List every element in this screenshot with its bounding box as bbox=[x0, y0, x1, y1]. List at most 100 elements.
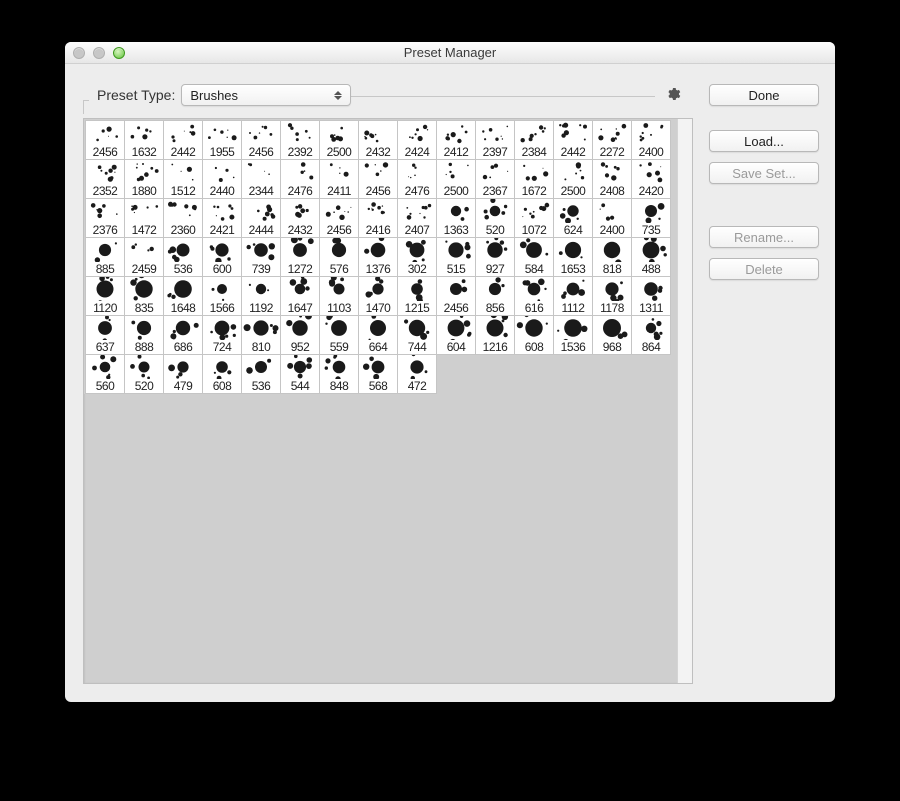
brush-preset[interactable]: 1470 bbox=[358, 276, 398, 316]
load-button[interactable]: Load... bbox=[709, 130, 819, 152]
brush-preset[interactable]: 2456 bbox=[358, 159, 398, 199]
brush-preset[interactable]: 2407 bbox=[397, 198, 437, 238]
brush-preset[interactable]: 2412 bbox=[436, 120, 476, 160]
brush-preset[interactable]: 616 bbox=[514, 276, 554, 316]
brush-preset[interactable]: 536 bbox=[241, 354, 281, 394]
brush-preset[interactable]: 2344 bbox=[241, 159, 281, 199]
brush-preset[interactable]: 848 bbox=[319, 354, 359, 394]
brush-preset[interactable]: 608 bbox=[514, 315, 554, 355]
brush-preset[interactable]: 1112 bbox=[553, 276, 593, 316]
brush-preset[interactable]: 2360 bbox=[163, 198, 203, 238]
brush-preset[interactable]: 2392 bbox=[280, 120, 320, 160]
brush-preset[interactable]: 2408 bbox=[592, 159, 632, 199]
brush-preset[interactable]: 1647 bbox=[280, 276, 320, 316]
brush-preset[interactable]: 2400 bbox=[592, 198, 632, 238]
brush-preset[interactable]: 927 bbox=[475, 237, 515, 277]
brush-preset[interactable]: 2442 bbox=[553, 120, 593, 160]
brush-preset[interactable]: 568 bbox=[358, 354, 398, 394]
brush-preset[interactable]: 2416 bbox=[358, 198, 398, 238]
brush-preset[interactable]: 2400 bbox=[631, 120, 671, 160]
brush-preset[interactable]: 536 bbox=[163, 237, 203, 277]
rename-button[interactable]: Rename... bbox=[709, 226, 819, 248]
brush-preset[interactable]: 952 bbox=[280, 315, 320, 355]
brush-preset[interactable]: 744 bbox=[397, 315, 437, 355]
brush-preset[interactable]: 624 bbox=[553, 198, 593, 238]
brush-preset[interactable]: 1536 bbox=[553, 315, 593, 355]
brush-preset[interactable]: 2459 bbox=[124, 237, 164, 277]
brush-preset[interactable]: 2500 bbox=[553, 159, 593, 199]
brush-preset[interactable]: 1272 bbox=[280, 237, 320, 277]
brush-preset[interactable]: 2352 bbox=[85, 159, 125, 199]
brush-preset[interactable]: 608 bbox=[202, 354, 242, 394]
brush-preset[interactable]: 637 bbox=[85, 315, 125, 355]
brush-preset[interactable]: 1311 bbox=[631, 276, 671, 316]
brush-preset[interactable]: 2421 bbox=[202, 198, 242, 238]
brush-preset[interactable]: 2432 bbox=[280, 198, 320, 238]
brush-preset[interactable]: 584 bbox=[514, 237, 554, 277]
brush-preset[interactable]: 2420 bbox=[631, 159, 671, 199]
brush-preset[interactable]: 686 bbox=[163, 315, 203, 355]
brush-preset[interactable]: 1103 bbox=[319, 276, 359, 316]
brush-preset[interactable]: 604 bbox=[436, 315, 476, 355]
preset-type-select[interactable]: Brushes bbox=[181, 84, 351, 106]
brush-preset[interactable]: 302 bbox=[397, 237, 437, 277]
brush-preset[interactable]: 1566 bbox=[202, 276, 242, 316]
save-set-button[interactable]: Save Set... bbox=[709, 162, 819, 184]
brush-preset[interactable]: 810 bbox=[241, 315, 281, 355]
brush-preset[interactable]: 2456 bbox=[85, 120, 125, 160]
brush-preset[interactable]: 1216 bbox=[475, 315, 515, 355]
brush-preset[interactable]: 2444 bbox=[241, 198, 281, 238]
brush-preset[interactable]: 2272 bbox=[592, 120, 632, 160]
brush-preset[interactable]: 888 bbox=[124, 315, 164, 355]
scrollbar[interactable] bbox=[677, 119, 692, 683]
brush-preset[interactable]: 724 bbox=[202, 315, 242, 355]
brush-preset[interactable]: 1472 bbox=[124, 198, 164, 238]
brush-preset[interactable]: 560 bbox=[85, 354, 125, 394]
close-icon[interactable] bbox=[73, 47, 85, 59]
brush-preset[interactable]: 2456 bbox=[241, 120, 281, 160]
brush-preset[interactable]: 1672 bbox=[514, 159, 554, 199]
brush-preset[interactable]: 2456 bbox=[436, 276, 476, 316]
brush-preset[interactable]: 2397 bbox=[475, 120, 515, 160]
brush-preset[interactable]: 544 bbox=[280, 354, 320, 394]
brush-preset[interactable]: 739 bbox=[241, 237, 281, 277]
brush-preset[interactable]: 1632 bbox=[124, 120, 164, 160]
brush-preset[interactable]: 520 bbox=[124, 354, 164, 394]
zoom-icon[interactable] bbox=[113, 47, 125, 59]
brush-preset[interactable]: 1072 bbox=[514, 198, 554, 238]
brush-preset[interactable]: 2432 bbox=[358, 120, 398, 160]
brush-preset[interactable]: 1376 bbox=[358, 237, 398, 277]
brush-preset[interactable]: 2376 bbox=[85, 198, 125, 238]
brush-preset[interactable]: 2442 bbox=[163, 120, 203, 160]
brush-preset[interactable]: 520 bbox=[475, 198, 515, 238]
brush-preset[interactable]: 2367 bbox=[475, 159, 515, 199]
brush-preset[interactable]: 2456 bbox=[319, 198, 359, 238]
brush-preset[interactable]: 1955 bbox=[202, 120, 242, 160]
brush-preset[interactable]: 600 bbox=[202, 237, 242, 277]
brush-preset[interactable]: 479 bbox=[163, 354, 203, 394]
brush-preset[interactable]: 1120 bbox=[85, 276, 125, 316]
brush-preset[interactable]: 2500 bbox=[319, 120, 359, 160]
brush-preset[interactable]: 1653 bbox=[553, 237, 593, 277]
brush-preset[interactable]: 576 bbox=[319, 237, 359, 277]
brush-preset[interactable]: 559 bbox=[319, 315, 359, 355]
brush-preset[interactable]: 968 bbox=[592, 315, 632, 355]
brush-preset[interactable]: 2476 bbox=[280, 159, 320, 199]
brush-preset[interactable]: 1192 bbox=[241, 276, 281, 316]
brush-preset[interactable]: 2411 bbox=[319, 159, 359, 199]
brush-preset[interactable]: 835 bbox=[124, 276, 164, 316]
brush-preset[interactable]: 2476 bbox=[397, 159, 437, 199]
brush-preset[interactable]: 2500 bbox=[436, 159, 476, 199]
brush-preset[interactable]: 1880 bbox=[124, 159, 164, 199]
brush-preset[interactable]: 515 bbox=[436, 237, 476, 277]
brush-preset[interactable]: 472 bbox=[397, 354, 437, 394]
brush-preset[interactable]: 664 bbox=[358, 315, 398, 355]
gear-icon[interactable] bbox=[665, 86, 681, 105]
brush-preset[interactable]: 2440 bbox=[202, 159, 242, 199]
brush-preset[interactable]: 1178 bbox=[592, 276, 632, 316]
brush-preset[interactable]: 1363 bbox=[436, 198, 476, 238]
minimize-icon[interactable] bbox=[93, 47, 105, 59]
done-button[interactable]: Done bbox=[709, 84, 819, 106]
delete-button[interactable]: Delete bbox=[709, 258, 819, 280]
brush-preset[interactable]: 488 bbox=[631, 237, 671, 277]
